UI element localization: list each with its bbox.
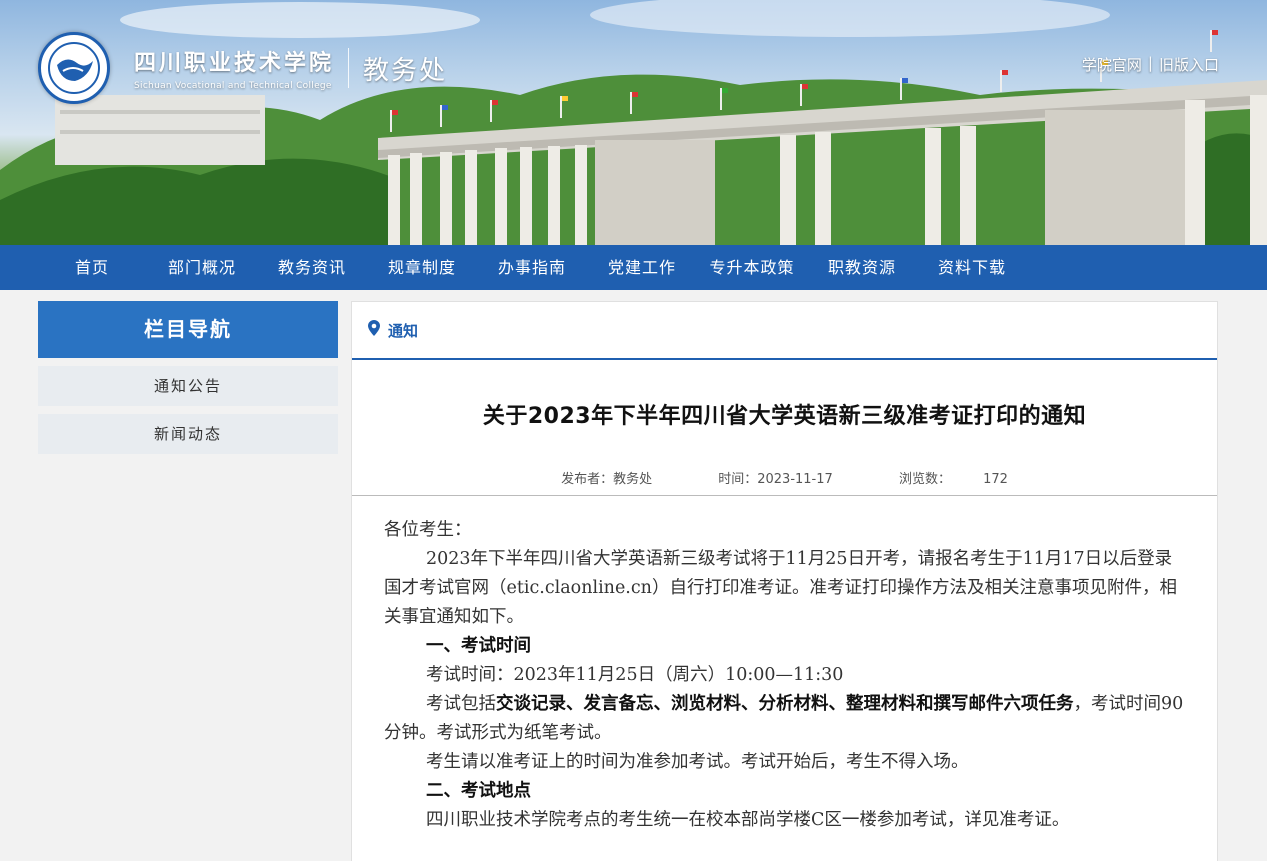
sidebar: 栏目导航 通知公告 新闻动态 [38,301,338,454]
nav-item-upgrade-policy[interactable]: 专升本政策 [697,245,807,290]
article-meta: 发布者：教务处 时间：2023-11-17 浏览数： 172 [352,468,1217,496]
breadcrumb-current[interactable]: 通知 [388,320,418,341]
sidebar-item-news[interactable]: 新闻动态 [38,414,338,454]
sidebar-item-notices[interactable]: 通知公告 [38,366,338,406]
main-nav: 首页 部门概况 教务资讯 规章制度 办事指南 党建工作 专升本政策 职教资源 资… [0,245,1267,290]
school-name-cn: 四川职业技术学院 [134,50,335,76]
school-name-en: Sichuan Vocational and Technical College [134,81,332,91]
top-links: 学院官网 | 旧版入口 [1082,54,1219,75]
content-panel: 通知 关于2023年下半年四川省大学英语新三级准考证打印的通知 发布者：教务处 … [351,301,1218,861]
article-time: 时间：2023-11-17 [718,472,833,487]
location-pin-icon [368,320,380,340]
article-title: 关于2023年下半年四川省大学英语新三级准考证打印的通知 [482,404,1087,429]
logo-divider [348,48,350,88]
old-version-link[interactable]: 旧版入口 [1159,54,1219,75]
article-publisher: 发布者：教务处 [561,472,653,487]
article-greeting: 各位考生： [384,520,472,540]
section-heading: 一、考试时间 [426,636,531,656]
article-views-label: 浏览数： [898,472,951,487]
article-paragraph: 考试包括交谈记录、发言备忘、浏览材料、分析材料、整理材料和撰写邮件六项任务，考试… [384,690,1185,748]
nav-item-downloads[interactable]: 资料下载 [917,245,1027,290]
article-paragraph: 考试时间：2023年11月25日（周六）10:00—11:30 [426,665,844,685]
article-paragraph: 2023年下半年四川省大学英语新三级考试将于11月25日开考，请报名考生于11月… [384,549,1177,627]
text-span: 考试包括 [426,694,496,714]
breadcrumb: 通知 [352,302,1217,360]
nav-item-regulations[interactable]: 规章制度 [367,245,477,290]
article-paragraph: 考生请以准考证上的时间为准参加考试。考试开始后，考生不得入场。 [426,752,969,772]
nav-item-news[interactable]: 教务资讯 [257,245,367,290]
nav-item-guide[interactable]: 办事指南 [477,245,587,290]
school-emblem-icon [38,32,110,104]
link-separator: | [1147,54,1153,72]
nav-item-resources[interactable]: 职教资源 [807,245,917,290]
section-heading: 二、考试地点 [426,781,531,801]
nav-item-home[interactable]: 首页 [37,245,147,290]
article-views-count: 172 [983,472,1008,487]
header-banner: 四川职业技术学院 Sichuan Vocational and Technica… [0,0,1267,245]
article-paragraph: 四川职业技术学院考点的考生统一在校本部尚学楼C区一楼参加考试，详见准考证。 [426,810,1070,830]
nav-item-party[interactable]: 党建工作 [587,245,697,290]
nav-item-overview[interactable]: 部门概况 [147,245,257,290]
emphasis-text: 交谈记录、发言备忘、浏览材料、分析材料、整理材料和撰写邮件六项任务 [496,694,1074,714]
article-body: 各位考生： 2023年下半年四川省大学英语新三级考试将于11月25日开考，请报名… [352,496,1217,835]
department-name: 教务处 [363,55,448,86]
school-name: 四川职业技术学院 Sichuan Vocational and Technica… [134,45,334,91]
college-site-link[interactable]: 学院官网 [1082,54,1142,75]
site-logo[interactable]: 四川职业技术学院 Sichuan Vocational and Technica… [38,32,447,104]
sidebar-title: 栏目导航 [38,301,338,358]
